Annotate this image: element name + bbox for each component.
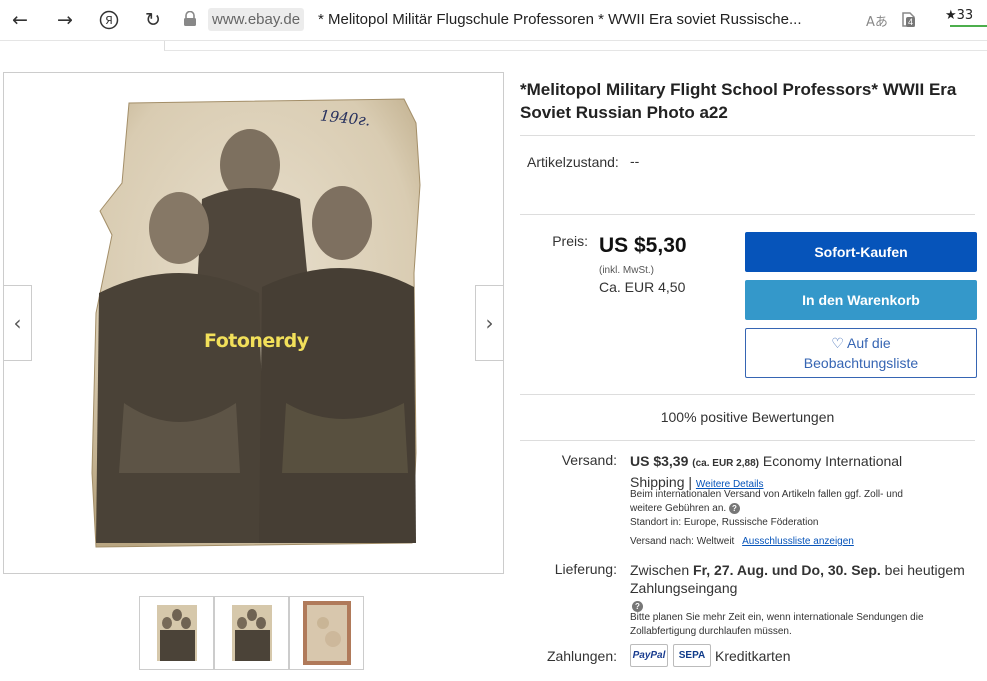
ships-to: Versand nach: Weltweit Ausschlussliste a… <box>630 535 854 549</box>
thumbnail-2[interactable] <box>214 596 289 670</box>
buy-now-button[interactable]: Sofort-Kaufen <box>745 232 977 272</box>
thumbnail-image <box>156 605 197 661</box>
paypal-logo: PayPal <box>630 644 668 667</box>
delivery-note-1: Bitte planen Sie mehr Zeit ein, wenn int… <box>630 612 924 623</box>
thumbnail-image <box>302 601 351 665</box>
divider <box>520 135 975 136</box>
item-price: US $5,30 <box>599 234 687 257</box>
delivery-dates: Fr, 27. Aug. und Do, 30. Sep. <box>693 562 881 578</box>
rating-indicator <box>950 25 987 27</box>
divider <box>520 440 975 441</box>
exclusions-link[interactable]: Ausschlussliste anzeigen <box>742 536 854 547</box>
delivery-line2: Zahlungseingang <box>630 580 738 596</box>
delivery-pre: Zwischen <box>630 562 690 578</box>
divider <box>520 214 975 215</box>
item-title: *Melitopol Military Flight School Profes… <box>520 80 957 122</box>
yandex-icon[interactable]: Я <box>98 9 120 31</box>
shipping-price-eur: (ca. EUR 2,88) <box>692 458 759 469</box>
browser-toolbar: ← → Я ↻ www.ebay.de * Melitopol Militär … <box>0 0 987 41</box>
chevron-right-icon: › <box>485 311 494 335</box>
payments-label: Zahlungen: <box>546 648 617 664</box>
delivery-info: Zwischen Fr, 27. Aug. und Do, 30. Sep. b… <box>630 561 975 597</box>
delivery-note: Bitte planen Sie mehr Zeit ein, wenn int… <box>630 611 975 639</box>
shipping-label: Versand: <box>561 452 617 468</box>
price-label: Preis: <box>552 233 588 249</box>
price-tax-note: (inkl. MwSt.) <box>599 265 654 276</box>
delivery-post: bei heutigem <box>884 562 965 578</box>
delivery-label: Lieferung: <box>554 561 617 577</box>
seller-feedback: 100% positive Bewertungen <box>660 409 835 425</box>
watchlist-label-2: Beobachtungsliste <box>803 355 919 371</box>
customs-note-1: Beim internationalen Versand von Artikel… <box>630 489 903 500</box>
main-photo[interactable]: 1940г. Fotonerdy ‹ › <box>3 72 504 574</box>
reload-icon[interactable]: ↻ <box>142 9 164 31</box>
condition-value: -- <box>630 153 640 169</box>
extension-badge: 4 <box>906 17 916 27</box>
thumbnail-3[interactable] <box>289 596 364 670</box>
sepa-logo: SEPA <box>673 644 711 667</box>
delivery-note-2: Zollabfertigung durchlaufen müssen. <box>630 626 792 637</box>
next-image-button[interactable]: › <box>475 285 504 361</box>
add-to-cart-button[interactable]: In den Warenkorb <box>745 280 977 320</box>
forward-arrow-icon[interactable]: → <box>54 9 76 31</box>
divider <box>164 41 987 51</box>
photo-image <box>91 98 421 548</box>
divider <box>520 394 975 395</box>
customs-note: Beim internationalen Versand von Artikel… <box>630 488 975 516</box>
translate-icon[interactable]: Aあ <box>866 11 888 30</box>
condition-label: Artikelzustand: <box>527 154 619 170</box>
shipping-method-1: Economy International <box>762 453 903 469</box>
ships-to-text: Versand nach: Weltweit <box>630 536 735 547</box>
address-domain[interactable]: www.ebay.de <box>208 8 305 31</box>
prev-image-button[interactable]: ‹ <box>3 285 32 361</box>
watermark: Fotonerdy <box>204 330 309 352</box>
lock-icon[interactable] <box>183 10 199 29</box>
shipping-price: US $3,39 <box>630 453 689 469</box>
price-eur: Ca. EUR 4,50 <box>599 279 686 295</box>
customs-note-2: weitere Gebühren an. <box>630 503 727 514</box>
thumbnail-1[interactable] <box>139 596 214 670</box>
svg-text:Я: Я <box>105 14 113 27</box>
item-location: Standort in: Europe, Russische Föderatio… <box>630 517 819 528</box>
back-arrow-icon[interactable]: ← <box>9 9 31 31</box>
watchlist-button[interactable]: ♡ Auf die Beobachtungsliste <box>745 328 977 378</box>
page-title: * Melitopol Militär Flugschule Professor… <box>318 11 802 28</box>
chevron-left-icon: ‹ <box>13 311 22 335</box>
payment-cards: Kreditkarten <box>715 648 791 664</box>
help-icon[interactable]: ? <box>728 503 740 514</box>
watchlist-label-1: ♡ Auf die <box>831 335 891 351</box>
rating-chip[interactable]: ★33 <box>945 8 973 23</box>
thumbnail-image <box>231 605 272 661</box>
